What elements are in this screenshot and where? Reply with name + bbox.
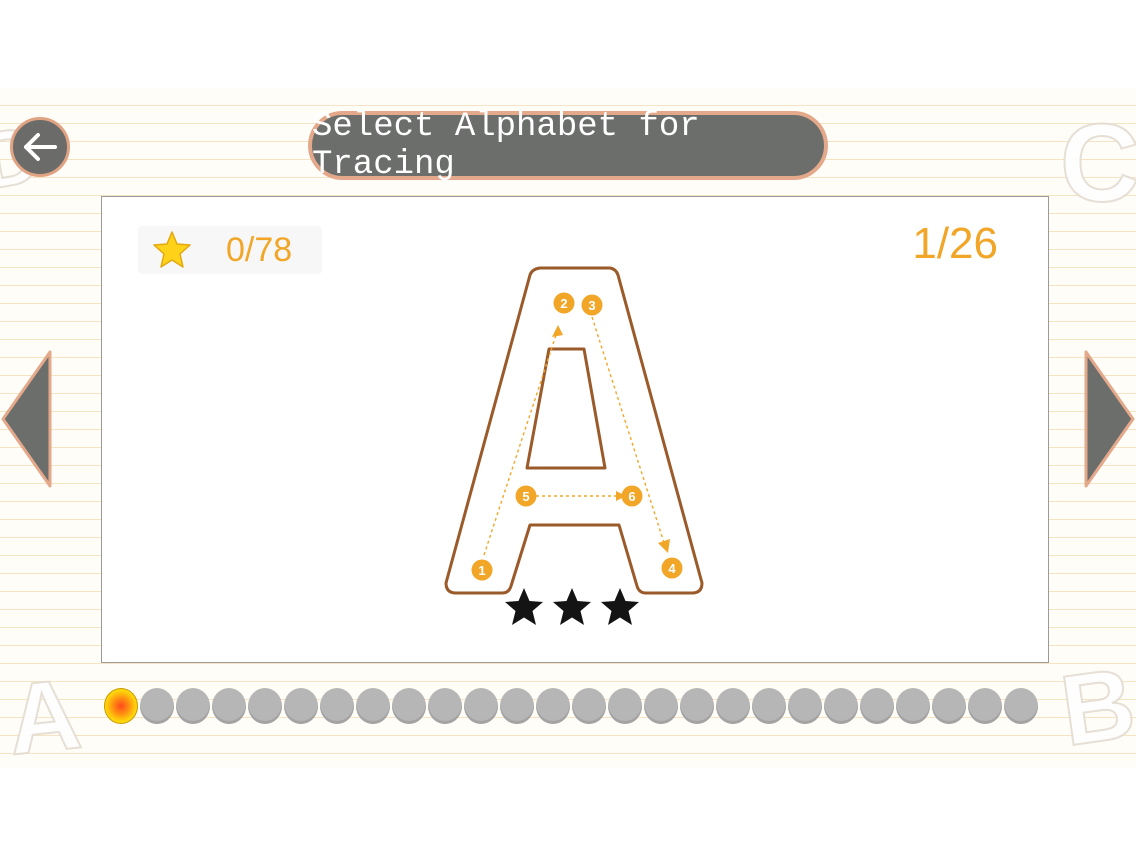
bottom-margin [0,768,1136,852]
progress-dot[interactable] [608,688,642,724]
progress-dot[interactable] [932,688,966,724]
progress-dot[interactable] [356,688,390,724]
progress-dot-current[interactable] [104,688,138,724]
letter-progress-dots [104,688,1044,726]
letter-rating-stars [505,588,639,625]
top-margin [0,0,1136,88]
score-count: 0/78 [226,230,293,269]
progress-dot[interactable] [752,688,786,724]
progress-dot[interactable] [248,688,282,724]
page-counter: 1/26 [912,219,998,268]
letter-a-tracing[interactable]: 1 2 3 4 5 6 [444,263,704,603]
progress-dot[interactable] [860,688,894,724]
rating-star-2 [553,588,591,625]
stroke-marker-6: 6 [621,485,643,507]
star-icon [153,231,191,268]
progress-dot[interactable] [680,688,714,724]
stroke-marker-1: 1 [471,559,493,581]
progress-dot[interactable] [140,688,174,724]
svg-text:1: 1 [478,563,485,578]
score-box: 0/78 [138,226,322,274]
back-button[interactable] [10,117,70,177]
tracing-card: 0/78 1/26 1 2 3 4 5 6 [101,196,1049,663]
progress-dot[interactable] [176,688,210,724]
triangle-right-icon [1084,350,1135,488]
progress-dot[interactable] [536,688,570,724]
progress-dot[interactable] [968,688,1002,724]
svg-text:2: 2 [560,296,567,311]
progress-dot[interactable] [572,688,606,724]
progress-dot[interactable] [428,688,462,724]
progress-dot[interactable] [1004,688,1038,724]
progress-dot[interactable] [392,688,426,724]
progress-dot[interactable] [284,688,318,724]
progress-dot[interactable] [896,688,930,724]
triangle-left-icon [1,350,52,488]
arrow-left-icon [24,133,57,161]
progress-dot[interactable] [320,688,354,724]
decorative-letter-b: B [1053,646,1136,769]
progress-dot[interactable] [716,688,750,724]
prev-letter-button[interactable] [0,348,54,490]
progress-dot[interactable] [212,688,246,724]
progress-dot[interactable] [464,688,498,724]
progress-dot[interactable] [824,688,858,724]
stroke-marker-3: 3 [581,294,603,316]
decorative-letter-c: C [1059,101,1136,226]
rating-star-1 [505,588,543,625]
stroke-marker-4: 4 [661,557,683,579]
progress-dot[interactable] [644,688,678,724]
stroke-marker-2: 2 [553,292,575,314]
progress-dot[interactable] [788,688,822,724]
page-title: Select Alphabet for Tracing [308,108,828,184]
decorative-letter-a: A [1,657,87,778]
svg-text:6: 6 [628,489,635,504]
progress-dot[interactable] [500,688,534,724]
svg-text:4: 4 [668,561,676,576]
svg-text:5: 5 [522,489,529,504]
svg-text:3: 3 [588,298,595,313]
stroke-marker-5: 5 [515,485,537,507]
next-letter-button[interactable] [1082,348,1136,490]
rating-star-3 [601,588,639,625]
